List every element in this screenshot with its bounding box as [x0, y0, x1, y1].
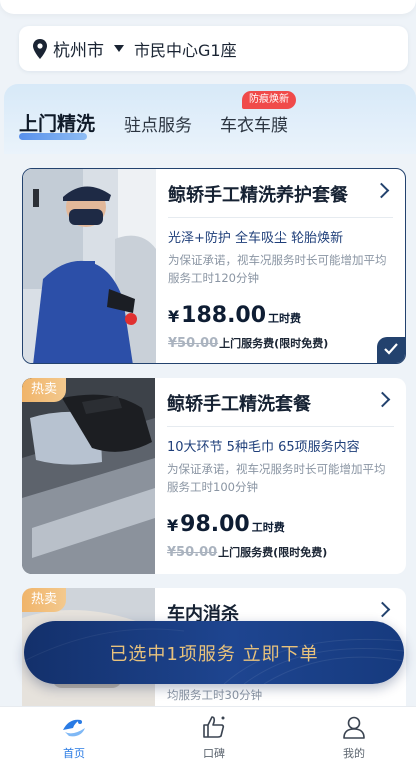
hot-badge: 热卖	[22, 588, 67, 612]
nav-reviews[interactable]: 口碑	[174, 707, 254, 762]
chevron-right-icon[interactable]	[373, 182, 390, 199]
currency-symbol: ¥	[167, 516, 179, 535]
price-amount: 98.00	[180, 512, 250, 537]
location-bar[interactable]: 杭州市 市民中心G1座	[19, 26, 408, 71]
order-button-label: 已选中1项服务 立即下单	[109, 643, 319, 665]
divider	[167, 426, 394, 427]
tab-home-wash[interactable]: 上门精洗	[19, 109, 95, 136]
card-body: 鲸轿手工精洗养护套餐 光泽+防护 全车吸尘 轮胎焕新 为保证承诺，视车况服务时长…	[168, 169, 393, 363]
service-note: 均服务工时30分钟	[167, 688, 263, 702]
fee-label: 上门服务费(限时免费)	[219, 337, 329, 350]
top-strip	[0, 0, 416, 14]
nav-home-label: 首页	[63, 747, 85, 760]
tab-badge: 防痕焕新	[242, 91, 296, 109]
location-pin-icon	[33, 38, 47, 59]
service-features: 光泽+防护 全车吸尘 轮胎焕新	[168, 231, 344, 246]
service-title: 鲸轿手工精洗养护套餐	[168, 185, 348, 206]
home-icon	[63, 719, 85, 737]
currency-symbol: ¥	[168, 307, 180, 326]
price: ¥ 98.00 工时费	[167, 512, 285, 537]
tab-station-service[interactable]: 驻点服务	[124, 111, 192, 136]
technician-photo	[23, 169, 156, 363]
nav-reviews-label: 口碑	[203, 747, 225, 760]
order-now-button[interactable]: 已选中1项服务 立即下单	[24, 621, 404, 684]
price-unit: 工时费	[251, 521, 285, 534]
city-label: 杭州市	[53, 41, 104, 61]
chevron-right-icon[interactable]	[374, 391, 391, 408]
nav-profile[interactable]: 我的	[314, 707, 394, 762]
nav-home[interactable]: 首页	[34, 707, 114, 762]
original-price: ¥50.00	[168, 336, 219, 351]
divider	[168, 217, 393, 218]
price-unit: 工时费	[268, 312, 302, 325]
original-price: ¥50.00	[167, 545, 218, 560]
original-fee: ¥50.00 上门服务费(限时免费)	[167, 544, 327, 560]
chevron-right-icon[interactable]	[374, 601, 391, 618]
user-icon	[343, 716, 365, 739]
service-features: 10大环节 5种毛巾 65项服务内容	[167, 440, 360, 455]
service-card[interactable]: 鲸轿手工精洗养护套餐 光泽+防护 全车吸尘 轮胎焕新 为保证承诺，视车况服务时长…	[22, 168, 406, 364]
tab-car-film[interactable]: 车衣车膜	[220, 111, 288, 136]
fee-label: 上门服务费(限时免费)	[218, 546, 328, 559]
nav-profile-label: 我的	[343, 747, 365, 760]
price-amount: 188.00	[181, 303, 267, 328]
service-note: 为保证承诺，视车况服务时长可能增加平均服务工时100分钟	[167, 462, 386, 494]
original-fee: ¥50.00 上门服务费(限时免费)	[168, 335, 328, 351]
service-card[interactable]: 热卖 鲸轿手工精洗套餐 10大环节 5种毛巾 65项服务内容 为保证承诺，视车况…	[22, 378, 406, 574]
caret-down-icon[interactable]	[114, 45, 124, 52]
service-tabs: 上门精洗 驻点服务 车衣车膜 防痕焕新	[4, 84, 416, 154]
card-body: 鲸轿手工精洗套餐 10大环节 5种毛巾 65项服务内容 为保证承诺，视车况服务时…	[167, 378, 394, 574]
service-note: 为保证承诺，视车况服务时长可能增加平均服务工时120分钟	[168, 253, 387, 285]
towel-wipe-photo: 热卖	[22, 378, 155, 574]
place-label: 市民中心G1座	[134, 40, 237, 60]
service-title: 鲸轿手工精洗套餐	[167, 394, 311, 415]
selected-check-icon	[377, 337, 405, 363]
thumbs-up-icon	[203, 716, 225, 738]
bottom-nav: 首页 口碑 我的	[0, 706, 416, 762]
hot-badge: 热卖	[22, 378, 67, 402]
price: ¥ 188.00 工时费	[168, 303, 301, 328]
